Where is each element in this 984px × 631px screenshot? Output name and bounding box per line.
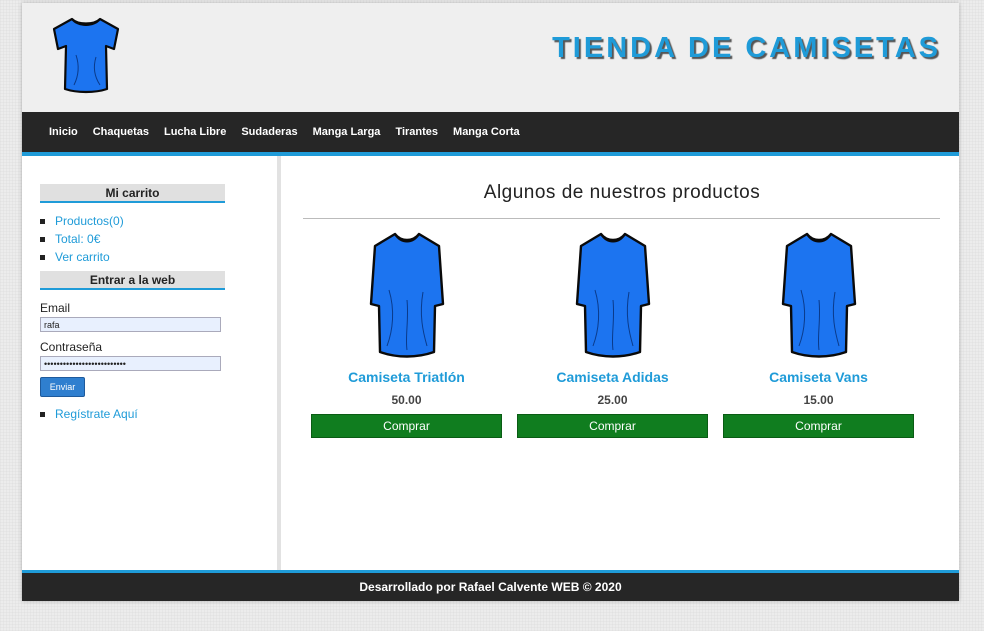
list-item: Productos(0)	[40, 212, 124, 230]
bullet-icon	[40, 236, 45, 242]
site-footer: Desarrollado por Rafael Calvente WEB © 2…	[22, 570, 959, 601]
site-title: TIENDA DE CAMISETAS	[552, 32, 941, 64]
tshirt-icon[interactable]	[573, 230, 653, 360]
product-price: 50.00	[391, 393, 422, 407]
buy-button[interactable]: Comprar	[311, 414, 502, 438]
nav-item-manga-corta[interactable]: Manga Corta	[453, 126, 520, 138]
buy-button[interactable]: Comprar	[723, 414, 914, 438]
product-card: Camiseta Adidas 25.00 Comprar	[517, 230, 708, 438]
bullet-icon	[40, 254, 45, 260]
list-item: Ver carrito	[40, 248, 124, 266]
nav-item-inicio[interactable]: Inicio	[49, 126, 78, 138]
cart-heading: Mi carrito	[40, 184, 225, 203]
email-field[interactable]	[40, 317, 221, 332]
cart-list: Productos(0) Total: 0€ Ver carrito	[40, 212, 124, 266]
view-cart-link[interactable]: Ver carrito	[55, 248, 110, 266]
nav-item-chaquetas[interactable]: Chaquetas	[93, 126, 149, 138]
product-price: 25.00	[597, 393, 628, 407]
nav-item-lucha-libre[interactable]: Lucha Libre	[164, 126, 226, 138]
password-field[interactable]	[40, 356, 221, 371]
divider	[303, 218, 940, 219]
list-item: Total: 0€	[40, 230, 124, 248]
product-price: 15.00	[803, 393, 834, 407]
site-header: TIENDA DE CAMISETAS	[22, 3, 959, 112]
tshirt-icon	[52, 17, 120, 94]
page-container: TIENDA DE CAMISETAS Inicio Chaquetas Luc…	[22, 3, 959, 601]
main-nav: Inicio Chaquetas Lucha Libre Sudaderas M…	[22, 112, 959, 156]
tshirt-icon[interactable]	[367, 230, 447, 360]
submit-button[interactable]: Enviar	[40, 377, 85, 397]
product-name-link[interactable]: Camiseta Vans	[723, 369, 914, 385]
list-item: Regístrate Aquí	[40, 405, 138, 423]
product-name-link[interactable]: Camiseta Adidas	[517, 369, 708, 385]
product-card: Camiseta Triatlón 50.00 Comprar	[311, 230, 502, 438]
cart-total-link[interactable]: Total: 0€	[55, 230, 100, 248]
login-heading: Entrar a la web	[40, 271, 225, 290]
sidebar: Mi carrito Productos(0) Total: 0€ Ver ca…	[22, 156, 281, 570]
page-title: Algunos de nuestros productos	[483, 182, 761, 203]
email-label: Email	[40, 301, 71, 315]
product-name-link[interactable]: Camiseta Triatlón	[311, 369, 502, 385]
product-card: Camiseta Vans 15.00 Comprar	[723, 230, 914, 438]
main-content: Algunos de nuestros productos Camiseta T…	[285, 156, 959, 570]
bullet-icon	[40, 218, 45, 224]
buy-button[interactable]: Comprar	[517, 414, 708, 438]
register-list: Regístrate Aquí	[40, 405, 138, 423]
bullet-icon	[40, 411, 45, 417]
password-label: Contraseña	[40, 340, 103, 354]
tshirt-icon[interactable]	[779, 230, 859, 360]
nav-item-sudaderas[interactable]: Sudaderas	[241, 126, 297, 138]
register-link[interactable]: Regístrate Aquí	[55, 405, 138, 423]
nav-item-manga-larga[interactable]: Manga Larga	[313, 126, 381, 138]
nav-item-tirantes[interactable]: Tirantes	[395, 126, 438, 138]
cart-products-link[interactable]: Productos(0)	[55, 212, 124, 230]
